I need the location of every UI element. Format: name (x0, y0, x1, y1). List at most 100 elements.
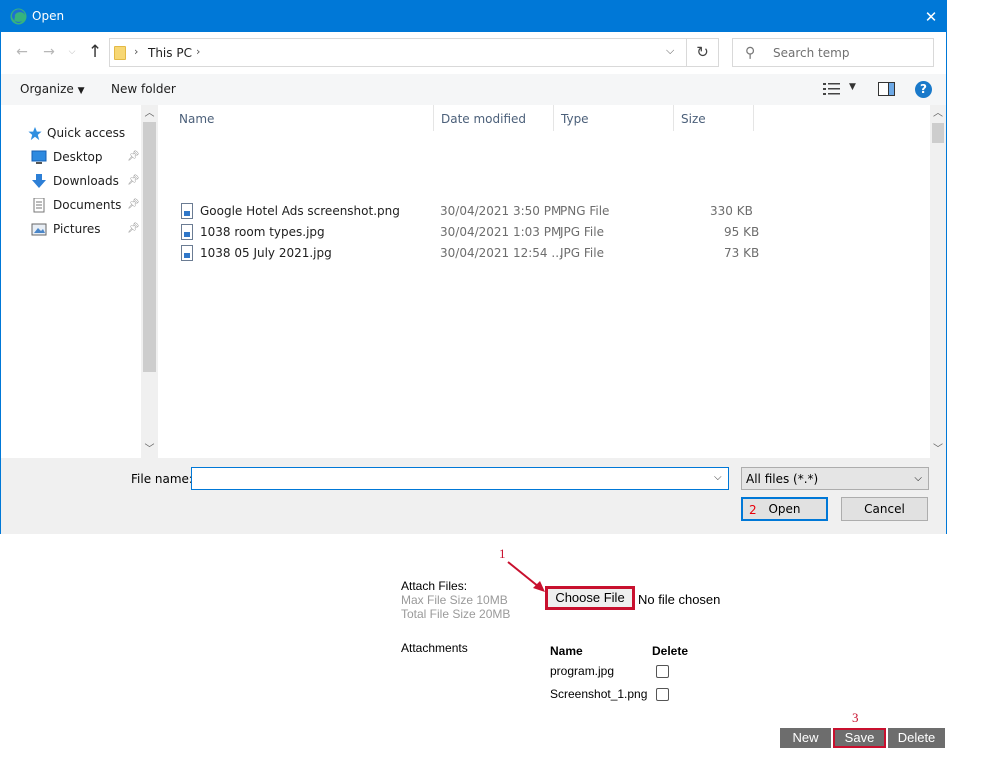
image-file-icon (181, 203, 193, 219)
delete-attachment-checkbox[interactable] (656, 688, 669, 701)
forward-button[interactable]: → (39, 42, 59, 62)
pin-icon: 📌︎ (127, 175, 140, 186)
file-name-input[interactable]: ⌵ (191, 467, 729, 490)
open-dialog: Open ✕ ← → ⌵ ↑ › This PC › ⌵ ↻ ⚲ Search … (0, 0, 947, 534)
attachment-name[interactable]: Screenshot_1.png (550, 687, 647, 701)
scroll-down-icon[interactable]: ﹀ (930, 441, 946, 458)
column-header-name[interactable]: Name (172, 105, 434, 131)
file-size: 73 KB (724, 246, 760, 260)
file-type: JPG File (560, 246, 604, 260)
close-button[interactable]: ✕ (916, 4, 946, 30)
no-file-chosen-text: No file chosen (638, 592, 721, 607)
recent-locations-button[interactable]: ⌵ (62, 42, 82, 62)
column-header-date[interactable]: Date modified (434, 105, 554, 131)
attachments-column-name: Name (550, 644, 583, 658)
file-name: Google Hotel Ads screenshot.png (200, 204, 400, 218)
star-icon (28, 126, 42, 141)
file-row[interactable]: 1038 room types.jpg 30/04/2021 1:03 PM J… (178, 222, 898, 243)
file-name: 1038 05 July 2021.jpg (200, 246, 332, 260)
file-row[interactable]: Google Hotel Ads screenshot.png 30/04/20… (178, 201, 898, 222)
column-header-size[interactable]: Size (674, 105, 754, 131)
address-dropdown-icon[interactable]: ⌵ (666, 44, 674, 58)
step-marker-2: 2 (749, 503, 757, 517)
cancel-button[interactable]: Cancel (841, 497, 928, 521)
folder-icon (114, 46, 126, 60)
image-file-icon (181, 245, 193, 261)
chevron-down-icon: ⌵ (68, 47, 76, 57)
desktop-icon (31, 150, 47, 164)
refresh-button[interactable]: ↻ (687, 38, 719, 67)
file-list: Name Date modified Type Size Google Hote… (158, 105, 946, 458)
attachment-name[interactable]: program.jpg (550, 664, 614, 678)
breadcrumb-this-pc[interactable]: This PC (148, 46, 192, 60)
new-button[interactable]: New (780, 728, 831, 748)
download-icon (32, 174, 46, 188)
chevron-down-icon[interactable]: ⌵ (714, 472, 722, 483)
file-type: JPG File (560, 225, 604, 239)
choose-file-button[interactable]: Choose File (545, 586, 635, 610)
organize-button[interactable]: Organize ▼ (20, 82, 85, 96)
delete-button[interactable]: Delete (888, 728, 945, 748)
step-marker-3: 3 (852, 710, 859, 725)
search-input[interactable]: ⚲ Search temp (732, 38, 934, 67)
image-file-icon (181, 224, 193, 240)
address-row: ← → ⌵ ↑ › This PC › ⌵ ↻ ⚲ Search temp (1, 32, 946, 74)
attachments-label: Attachments (401, 641, 468, 655)
file-date: 30/04/2021 12:54 ... (440, 246, 563, 260)
dialog-titlebar[interactable]: Open ✕ (1, 1, 946, 32)
file-name: 1038 room types.jpg (200, 225, 325, 239)
save-button[interactable]: Save (833, 728, 886, 748)
pin-icon: 📌︎ (127, 151, 140, 162)
nav-scrollbar-thumb[interactable] (143, 122, 156, 372)
pictures-icon (31, 223, 47, 236)
edge-icon (10, 8, 27, 25)
close-icon: ✕ (924, 8, 938, 26)
file-type-filter-value: All files (*.*) (746, 472, 819, 486)
file-size: 95 KB (724, 225, 760, 239)
help-icon[interactable]: ? (915, 81, 932, 98)
view-dropdown-icon[interactable]: ▼ (849, 82, 856, 92)
file-date: 30/04/2021 3:50 PM (440, 204, 562, 218)
attach-files-label: Attach Files: (401, 579, 468, 593)
search-placeholder: Search temp (773, 46, 850, 60)
max-file-size-note: Max File Size 10MB (401, 593, 508, 607)
view-options-icon[interactable] (823, 82, 841, 96)
file-row[interactable]: 1038 05 July 2021.jpg 30/04/2021 12:54 .… (178, 243, 898, 264)
up-button[interactable]: ↑ (85, 42, 105, 62)
open-button-label: Open (768, 502, 801, 516)
open-button[interactable]: 2 Open (741, 497, 828, 521)
file-type: PNG File (560, 204, 610, 218)
scroll-up-icon[interactable]: ︿ (141, 105, 158, 122)
refresh-icon: ↻ (696, 43, 709, 61)
column-header-type[interactable]: Type (554, 105, 674, 131)
total-file-size-note: Total File Size 20MB (401, 607, 511, 621)
attachments-column-delete: Delete (652, 644, 689, 658)
file-list-scrollbar[interactable]: ︿ ﹀ (930, 105, 946, 458)
file-name-label: File name: (131, 472, 193, 486)
navigation-pane: Quick access Desktop 📌︎ Downloads 📌︎ Doc… (1, 105, 158, 458)
file-date: 30/04/2021 1:03 PM (440, 225, 562, 239)
file-list-scrollbar-thumb[interactable] (932, 123, 944, 143)
scroll-up-icon[interactable]: ︿ (930, 105, 946, 122)
chevron-down-icon: ⌵ (914, 473, 922, 484)
arrow-left-icon: ← (16, 44, 28, 60)
document-icon (33, 198, 45, 213)
file-size: 330 KB (710, 204, 753, 218)
dialog-footer: File name: ⌵ All files (*.*) ⌵ 2 Open Ca… (1, 458, 946, 534)
scroll-down-icon[interactable]: ﹀ (141, 441, 158, 458)
breadcrumb-separator-icon[interactable]: › (196, 45, 200, 58)
back-button[interactable]: ← (12, 42, 32, 62)
address-bar[interactable]: › This PC › ⌵ (109, 38, 687, 67)
dialog-title: Open (32, 9, 65, 23)
breadcrumb-separator-icon: › (134, 45, 139, 58)
preview-pane-icon[interactable] (878, 82, 895, 96)
new-folder-button[interactable]: New folder (111, 82, 176, 96)
annotation-arrow (507, 561, 545, 592)
arrow-right-icon: → (43, 44, 55, 60)
pin-icon: 📌︎ (127, 199, 140, 210)
search-icon: ⚲ (745, 45, 756, 61)
arrow-up-icon: ↑ (87, 42, 103, 62)
file-type-filter[interactable]: All files (*.*) ⌵ (741, 467, 929, 490)
delete-attachment-checkbox[interactable] (656, 665, 669, 678)
nav-scrollbar[interactable]: ︿ ﹀ (141, 105, 158, 458)
